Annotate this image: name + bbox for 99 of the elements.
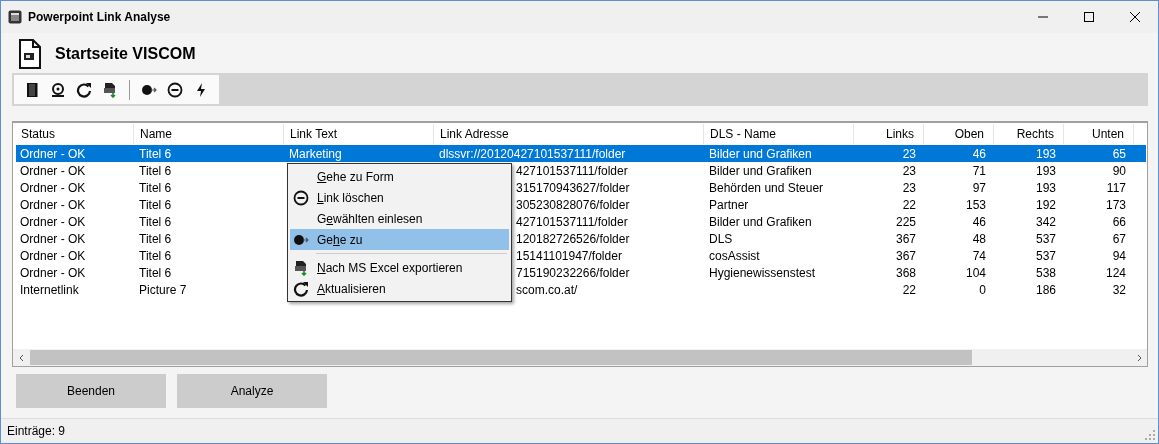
table-cell: 193	[1035, 146, 1056, 161]
table-cell: 74	[972, 248, 986, 263]
table-cell: DLS	[709, 231, 733, 246]
table-cell: 117	[1106, 180, 1126, 195]
table-cell: 193	[1035, 180, 1056, 195]
table-cell: Titel 6	[139, 146, 172, 161]
table-cell: Internetlink	[20, 282, 79, 297]
table-cell: Titel 6	[139, 163, 172, 178]
table-cell: Ordner - OK	[20, 197, 86, 212]
table-cell: Titel 6	[139, 197, 172, 212]
table-cell: Ordner - OK	[20, 146, 86, 161]
app-icon	[8, 10, 22, 24]
table-cell: Ordner - OK	[20, 248, 86, 263]
table-cell: 104	[965, 265, 986, 280]
table-cell: 48	[972, 231, 986, 246]
table-cell: Bilder und Grafiken	[709, 163, 812, 178]
table-cell: 367	[895, 231, 916, 246]
table-cell: 22	[902, 197, 916, 212]
table-cell: 186	[1035, 282, 1056, 297]
table-cell: Behörden und Steuer	[709, 180, 824, 195]
table-cell: 367	[895, 248, 916, 263]
close-icon[interactable]	[1130, 12, 1140, 22]
resize-grip-icon[interactable]	[1145, 430, 1155, 440]
table-cell: Marketing	[289, 146, 342, 161]
table-cell: Partner	[709, 197, 749, 212]
table-cell: 120182726526/folder	[516, 231, 630, 246]
table-cell: Titel 6	[139, 231, 172, 246]
maximize-icon[interactable]	[1084, 12, 1094, 22]
table-cell: 315170943627/folder	[516, 180, 630, 195]
table-cell: Titel 6	[139, 180, 172, 195]
table-cell: 71	[972, 163, 986, 178]
table-cell: Ordner - OK	[20, 163, 86, 178]
table-cell: Ordner - OK	[20, 231, 86, 246]
document-icon	[19, 39, 41, 69]
table-cell: 46	[972, 214, 986, 229]
table-cell: 23	[902, 163, 916, 178]
table-cell: Hygienewissenstest	[709, 265, 816, 280]
spreadsheet-export-icon	[293, 259, 309, 276]
table-cell: 65	[1112, 146, 1126, 161]
table-cell: 427101537111/folder	[516, 163, 628, 178]
table-cell: Bilder und Grafiken	[709, 214, 812, 229]
table-cell: Picture 7	[139, 282, 187, 297]
table-cell: 173	[1105, 197, 1126, 212]
table-cell: 715190232266/folder	[516, 265, 630, 280]
table-cell: 368	[895, 265, 916, 280]
horizontal-scrollbar[interactable]	[13, 349, 1147, 366]
scrollbar-thumb[interactable]	[30, 350, 972, 365]
menu-item[interactable]: Gewählten einlesen	[290, 208, 509, 229]
table-cell: 23	[902, 146, 916, 161]
table-cell: Bilder und Grafiken	[709, 146, 812, 161]
entry-count: Einträge: 9	[7, 424, 66, 438]
menu-item[interactable]: Nach MS Excel exportieren	[290, 257, 509, 278]
table-cell: 97	[972, 180, 986, 195]
window-title: Powerpoint Link Analyse	[28, 10, 171, 24]
action-button[interactable]: Beenden	[16, 374, 166, 408]
table-cell: scom.co.at/	[516, 282, 578, 297]
menu-item[interactable]: Gehe zu	[290, 229, 509, 250]
minus-circle-icon	[293, 189, 309, 206]
spreadsheet-export-icon	[102, 81, 118, 98]
table-cell: 0	[979, 282, 986, 297]
table-cell: Ordner - OK	[20, 214, 86, 229]
table-cell: 193	[1035, 163, 1056, 178]
table-cell: 15141101947/folder	[516, 248, 622, 263]
table-cell: Titel 6	[139, 248, 172, 263]
table-cell: 153	[965, 197, 986, 212]
table-cell: 22	[902, 282, 916, 297]
table-cell: 537	[1035, 248, 1056, 263]
table-cell: 90	[1112, 163, 1126, 178]
table-cell: 537	[1035, 231, 1056, 246]
menu-item[interactable]: Link löschen	[290, 187, 509, 208]
table-cell: Ordner - OK	[20, 180, 86, 195]
table-cell: Titel 6	[139, 214, 172, 229]
table-cell: 124	[1105, 265, 1126, 280]
refresh-icon	[293, 280, 309, 297]
scroll-left-icon[interactable]	[17, 353, 26, 362]
table-cell: 67	[1112, 231, 1126, 246]
table-cell: 305230828076/folder	[516, 197, 630, 212]
table-cell: cosAssist	[709, 248, 760, 263]
refresh-icon	[76, 81, 92, 98]
table-cell: 538	[1035, 265, 1056, 280]
table-cell: 46	[972, 146, 986, 161]
minus-circle-icon	[167, 81, 183, 98]
menu-item[interactable]: Gehe zu Form	[290, 166, 509, 187]
table-cell: 342	[1035, 214, 1056, 229]
table-cell: 192	[1035, 197, 1056, 212]
table-cell: 66	[1112, 214, 1126, 229]
door-icon	[24, 81, 40, 98]
table-cell: dlssvr://20120427101537111/folder	[439, 146, 626, 161]
table-cell: 225	[895, 214, 916, 229]
action-button[interactable]: Analyze	[177, 374, 327, 408]
table-cell: 427101537111/folder	[516, 214, 628, 229]
table-cell: Ordner - OK	[20, 265, 86, 280]
table-cell: 94	[1112, 248, 1126, 263]
table-cell: Titel 6	[139, 265, 172, 280]
menu-item[interactable]: Aktualisieren	[290, 278, 509, 299]
table-cell: 23	[902, 180, 916, 195]
page-title: Startseite VISCOM	[55, 45, 196, 63]
disc-icon	[50, 81, 66, 98]
table-cell: 32	[1112, 282, 1126, 297]
